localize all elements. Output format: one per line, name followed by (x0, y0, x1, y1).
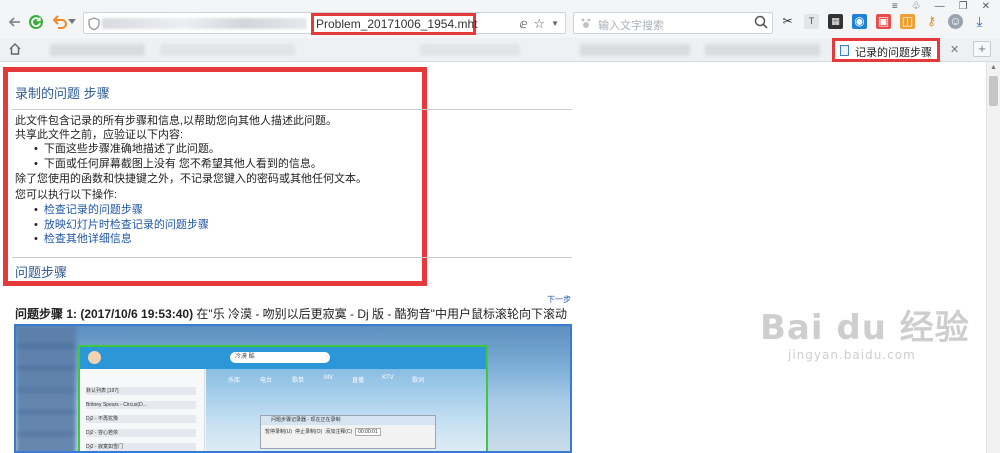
list-item: Dj2 - 不再犹豫 (86, 415, 196, 423)
blurred-tab[interactable] (705, 44, 820, 56)
back-arrow-icon[interactable] (6, 13, 24, 31)
address-value[interactable]: Problem_20171006_1954.mht (316, 17, 477, 31)
page-title: 录制的问题 步骤 (15, 86, 110, 101)
scroll-up-icon[interactable]: ▲ (990, 64, 997, 71)
list-item: Britney Spears - Circus(D... (86, 401, 196, 409)
app-tab: 乐库 (228, 378, 241, 384)
check-item: 下面这些步骤准确地描述了此问题。 (34, 142, 220, 156)
step-1-text: 在"乐 冷漠 - 吻别以后更寂寞 - Dj 版 - 酷狗音"中用户鼠标滚轮向下滚… (193, 307, 567, 321)
paw-icon (580, 17, 592, 32)
blurred-tab[interactable] (160, 44, 295, 56)
record-timer: 00:00:01 (355, 428, 381, 436)
scissors-icon[interactable]: ✂ (780, 14, 795, 29)
list-item: Dj2 - 寂寞如雪门 (86, 443, 196, 451)
tab-active[interactable]: 记录的问题步骤 (832, 38, 940, 62)
share-heading: 共享此文件之前，应验证以下内容: (15, 129, 184, 141)
compat-mode-icon[interactable]: ⅇ (519, 16, 527, 32)
app-tab: MV (324, 375, 333, 381)
app-tab: 直播 (352, 378, 365, 384)
app-search: 冷漠 酷 (230, 352, 330, 363)
gift-icon[interactable]: ◫ (900, 14, 915, 29)
step-1-screenshot: 冷漠 酷 默认列表 [197] Britney Spears - Circus(… (14, 324, 572, 453)
tab-active-label: 记录的问题步骤 (855, 47, 932, 59)
app-header: 冷漠 酷 (80, 347, 486, 369)
search-placeholder: 输入文字搜索 (598, 20, 664, 32)
baidu-watermark: Bai du 经验 jingyan.baidu.com (760, 300, 970, 362)
restore-icon[interactable]: ❐ (959, 1, 968, 12)
vertical-scrollbar[interactable]: ▲ (986, 62, 1000, 453)
divider (12, 257, 572, 258)
step-1-caption: 问题步骤 1: (2017/10/6 19:53:40) 在"乐 冷漠 - 吻别… (15, 305, 567, 322)
document-icon (840, 45, 849, 56)
review-steps-link[interactable]: 检查记录的问题步骤 (44, 204, 143, 216)
app-sidebar: 默认列表 [197] Britney Spears - Circus(D... … (80, 369, 205, 451)
add-comment-button: 添加注释(C) (325, 429, 353, 435)
desktop-icons-blurred (16, 326, 76, 451)
details-link[interactable]: 检查其他详细信息 (44, 233, 132, 245)
intro-text: 此文件包含记录的所有步骤和信息,以帮助您向其他人描述此问题。 (15, 115, 338, 127)
pause-record-button: 暂停录制(U) (265, 429, 292, 435)
recorder-title: 问题步骤记录器 - 现在正在录制 (261, 416, 435, 425)
star-icon[interactable]: ☆ (533, 16, 545, 32)
recorder-dialog: 问题步骤记录器 - 现在正在录制 暂停录制(U) 停止录制(O) 添加注释(C)… (260, 415, 436, 449)
tab-bar: 记录的问题步骤 ✕ + (0, 38, 1000, 62)
download-icon[interactable]: ⤓ (972, 14, 987, 29)
avatar (88, 351, 101, 364)
watermark-brand: Bai du 经验 (760, 308, 970, 348)
shield-icon (88, 17, 100, 33)
new-tab-button[interactable]: + (973, 41, 991, 57)
list-item: Dj2 - 容心若依 (86, 429, 196, 437)
step-1-label: 问题步骤 1: (2017/10/6 19:53:40) (15, 307, 194, 321)
actions-heading: 您可以执行以下操作: (15, 189, 118, 201)
list-item: 默认列表 [197] (86, 387, 196, 395)
next-step-link[interactable]: 下一步 (547, 294, 571, 305)
slideshow-link[interactable]: 放映幻灯片时检查记录的问题步骤 (44, 219, 209, 231)
blurred-tab[interactable] (420, 44, 520, 56)
menu-icon[interactable]: ≡ (996, 14, 1000, 29)
watermark-url: jingyan.baidu.com (788, 348, 916, 362)
qr-code-icon[interactable]: ▦ (828, 14, 843, 29)
refresh-icon[interactable] (27, 13, 45, 31)
profile-icon[interactable]: ☺ (948, 14, 963, 29)
close-tab-icon[interactable]: ✕ (950, 43, 959, 56)
browser-toolbar: Problem_20171006_1954.mht ⅇ ☆ ▼ 输入文字搜索 ✂… (0, 0, 1000, 40)
translate-icon[interactable]: T (804, 14, 819, 29)
menu-lines-icon[interactable]: ≡ (892, 1, 898, 12)
minimize-icon[interactable]: — (935, 1, 945, 12)
skin-icon[interactable]: ♧ (912, 1, 921, 12)
app-tab: KTV (382, 375, 394, 381)
stop-record-button: 停止录制(O) (294, 429, 323, 435)
divider (12, 109, 572, 110)
app-store-icon[interactable]: ◉ (852, 14, 867, 29)
address-dropdown-icon[interactable]: ▼ (551, 16, 559, 32)
address-bar[interactable]: Problem_20171006_1954.mht ⅇ ☆ ▼ (83, 12, 566, 35)
blurred-url-prefix (102, 18, 307, 29)
check-item: 下面或任何屏幕截图上没有 您不希望其他人看到的信息。 (34, 157, 322, 171)
blurred-tab[interactable] (50, 44, 145, 56)
scroll-thumb[interactable] (989, 76, 998, 106)
app-tab: 电台 (260, 378, 273, 384)
steps-heading: 问题步骤 (15, 265, 68, 280)
app-tab: 歌词 (412, 378, 425, 384)
privacy-note: 除了您使用的函数和快捷键之外，不记录您键入的密码或其他任何文本。 (15, 173, 367, 185)
close-window-icon[interactable]: ✕ (982, 1, 990, 12)
search-icon[interactable] (754, 15, 768, 32)
home-icon[interactable] (8, 42, 22, 59)
blurred-tab[interactable] (580, 44, 690, 56)
app-tab: 歌单 (292, 378, 305, 384)
search-box[interactable]: 输入文字搜索 (573, 12, 773, 34)
key-icon[interactable]: ⚷ (924, 14, 939, 29)
cloud-icon[interactable]: ▣ (876, 14, 891, 29)
document-content: 录制的问题 步骤 此文件包含记录的所有步骤和信息,以帮助您向其他人描述此问题。 … (0, 62, 986, 453)
undo-dropdown-icon[interactable] (67, 13, 77, 31)
